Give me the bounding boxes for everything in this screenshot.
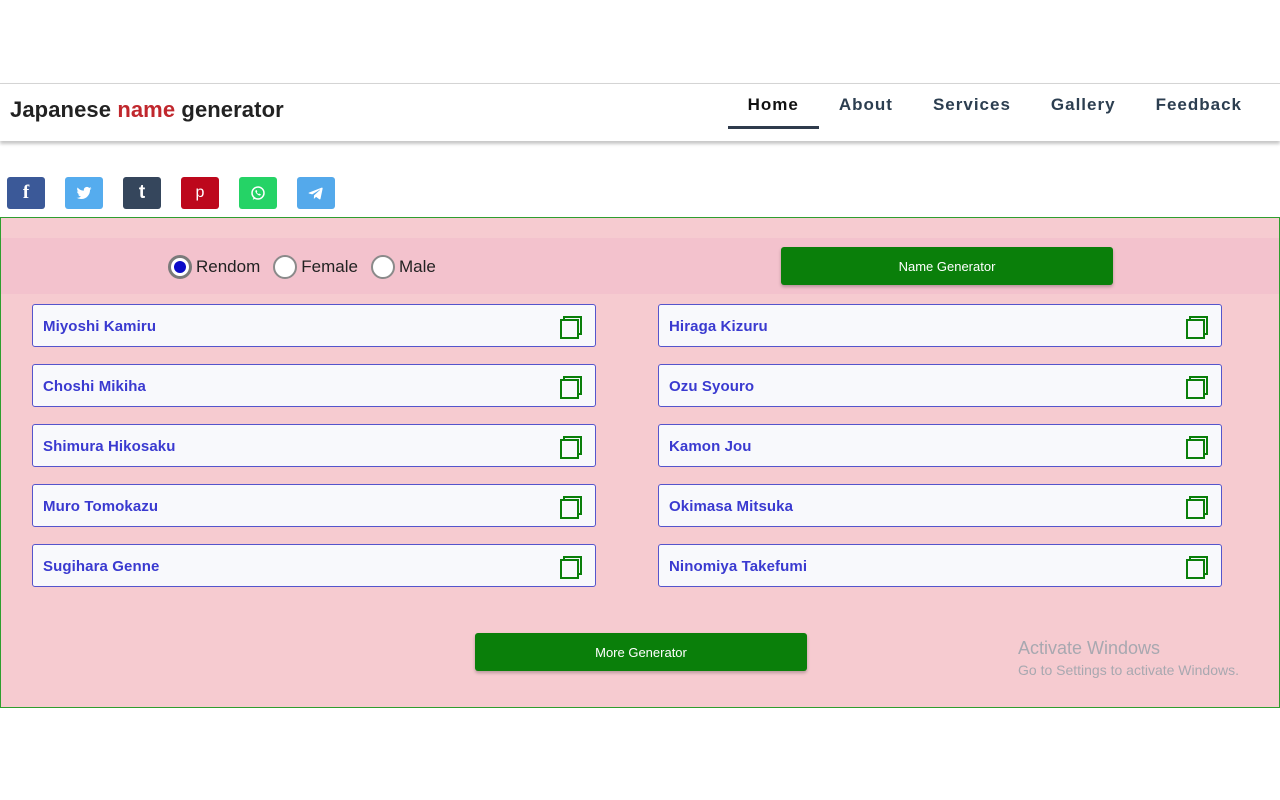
copy-icon[interactable] <box>1186 436 1208 459</box>
nav-services[interactable]: Services <box>913 84 1031 129</box>
site-logo-text[interactable]: Japanese name generator <box>10 97 284 123</box>
options-bar: Rendom Female Male Name Generator <box>1 238 1279 294</box>
brand-part-1: Japanese <box>10 97 118 122</box>
name-text: Miyoshi Kamiru <box>43 318 157 335</box>
name-text: Ninomiya Takefumi <box>669 558 808 575</box>
radio-label-random: Rendom <box>196 257 261 276</box>
name-result-row: Okimasa Mitsuka <box>658 484 1222 527</box>
radio-option-male[interactable]: Male <box>370 255 436 279</box>
name-text: Shimura Hikosaku <box>43 438 176 455</box>
site-header: Japanese name generator Home About Servi… <box>0 83 1280 141</box>
name-result-row: Hiraga Kizuru <box>658 304 1222 347</box>
name-text: Muro Tomokazu <box>43 498 159 515</box>
pinterest-icon: p <box>195 184 205 201</box>
name-text: Ozu Syouro <box>669 378 755 395</box>
radio-label-female: Female <box>301 257 358 276</box>
whatsapp-icon <box>251 186 265 200</box>
pinterest-share-button[interactable]: p <box>181 177 219 209</box>
nav-feedback[interactable]: Feedback <box>1136 84 1262 129</box>
copy-icon[interactable] <box>560 376 582 399</box>
name-text: Hiraga Kizuru <box>669 318 768 335</box>
name-text: Kamon Jou <box>669 438 752 455</box>
twitter-share-button[interactable] <box>65 177 103 209</box>
name-result-row: Ninomiya Takefumi <box>658 544 1222 587</box>
more-generator-button[interactable]: More Generator <box>475 633 807 671</box>
nav-home[interactable]: Home <box>727 84 820 129</box>
name-generator-button[interactable]: Name Generator <box>781 247 1113 285</box>
top-blank-area <box>0 0 1280 83</box>
gender-radio-group: Rendom Female Male <box>168 255 449 279</box>
name-result-row: Sugihara Genne <box>32 544 596 587</box>
copy-icon[interactable] <box>560 316 582 339</box>
radio-option-random[interactable]: Rendom <box>168 255 260 279</box>
tumblr-icon: t <box>138 182 146 203</box>
copy-icon[interactable] <box>560 496 582 519</box>
radio-male[interactable] <box>370 255 395 279</box>
activate-windows-watermark: Activate Windows Go to Settings to activ… <box>1018 638 1239 678</box>
facebook-share-button[interactable]: f <box>7 177 45 209</box>
copy-icon[interactable] <box>1186 496 1208 519</box>
name-text: Okimasa Mitsuka <box>669 498 794 515</box>
name-result-row: Shimura Hikosaku <box>32 424 596 467</box>
radio-random[interactable] <box>168 255 192 279</box>
copy-icon[interactable] <box>1186 376 1208 399</box>
name-result-row: Choshi Mikiha <box>32 364 596 407</box>
twitter-icon <box>76 186 92 200</box>
copy-icon[interactable] <box>1186 316 1208 339</box>
radio-female[interactable] <box>273 255 298 279</box>
facebook-icon: f <box>22 182 30 203</box>
main-nav: Home About Services Gallery Feedback <box>727 84 1262 142</box>
radio-label-male: Male <box>398 257 436 276</box>
name-result-row: Miyoshi Kamiru <box>32 304 596 347</box>
brand-part-2: generator <box>175 97 284 122</box>
radio-option-female[interactable]: Female <box>273 255 358 279</box>
whatsapp-share-button[interactable] <box>239 177 277 209</box>
nav-gallery[interactable]: Gallery <box>1031 84 1136 129</box>
name-result-row: Ozu Syouro <box>658 364 1222 407</box>
copy-icon[interactable] <box>560 436 582 459</box>
copy-icon[interactable] <box>1186 556 1208 579</box>
radio-selected-dot <box>174 261 186 273</box>
name-text: Choshi Mikiha <box>43 378 146 395</box>
watermark-subtitle: Go to Settings to activate Windows. <box>1018 662 1239 678</box>
name-result-row: Kamon Jou <box>658 424 1222 467</box>
name-result-row: Muro Tomokazu <box>32 484 596 527</box>
telegram-share-button[interactable] <box>297 177 335 209</box>
copy-icon[interactable] <box>560 556 582 579</box>
brand-accent: name <box>117 97 176 122</box>
share-bar: f t p <box>7 177 335 209</box>
nav-about[interactable]: About <box>819 84 913 129</box>
watermark-title: Activate Windows <box>1018 638 1161 658</box>
telegram-icon <box>308 187 323 200</box>
name-text: Sugihara Genne <box>43 558 160 575</box>
tumblr-share-button[interactable]: t <box>123 177 161 209</box>
generator-panel: Rendom Female Male Name Generator Miyosh… <box>0 217 1280 708</box>
